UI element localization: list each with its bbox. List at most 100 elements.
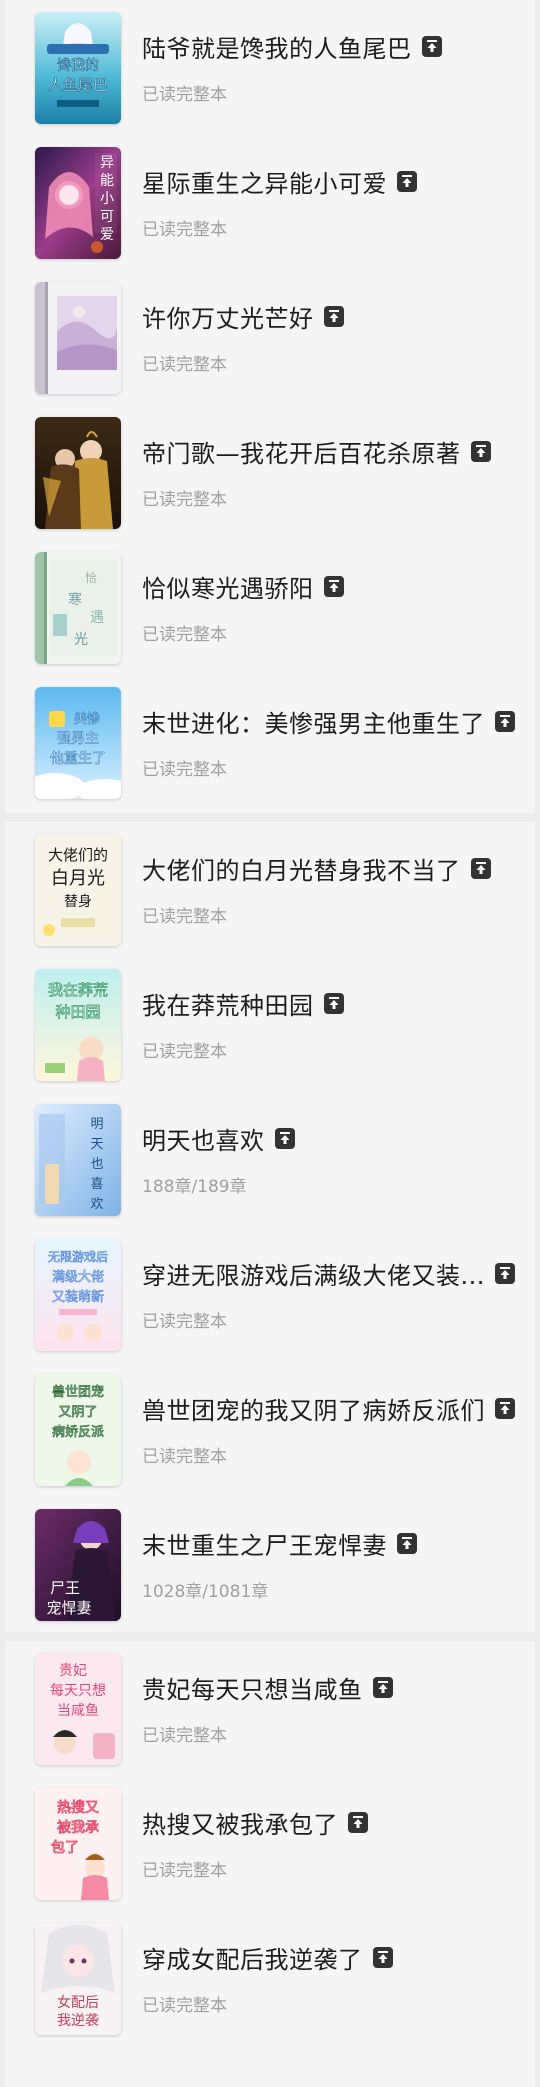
- book-item[interactable]: 帝门歌—我花开后百花杀原著 已读完整本: [5, 405, 535, 540]
- svg-text:馋我的: 馋我的: [57, 58, 99, 74]
- svg-text:贵妃: 贵妃: [59, 1663, 87, 1679]
- book-info: 明天也喜欢 188章/189章: [142, 1104, 295, 1216]
- book-info: 末世重生之尸王宠悍妻 1028章/1081章: [142, 1509, 417, 1621]
- book-item[interactable]: 热搜又 被我承 包了 热搜又被我承包了 已读完整本: [5, 1776, 535, 1911]
- pin-top-icon: [323, 305, 344, 327]
- pin-top-icon: [348, 1811, 368, 1833]
- svg-text:又阴了: 又阴了: [58, 1405, 97, 1420]
- svg-text:包了: 包了: [51, 1840, 79, 1856]
- book-info: 热搜又被我承包了 已读完整本: [142, 1788, 368, 1900]
- svg-text:可: 可: [100, 209, 114, 225]
- pin-top-icon: [470, 857, 491, 879]
- book-cover[interactable]: 异 能 小 可 爱: [35, 146, 121, 259]
- svg-text:被我承: 被我承: [57, 1820, 99, 1836]
- read-progress: 1028章/1081章: [142, 1581, 269, 1602]
- svg-text:兽世团宠: 兽世团宠: [52, 1384, 104, 1400]
- book-item[interactable]: 尸王 宠悍妻 末世重生之尸王宠悍妻 1028章/1081章: [5, 1497, 535, 1632]
- book-info: 恰似寒光遇骄阳 已读完整本: [142, 552, 344, 664]
- book-cover[interactable]: [35, 416, 121, 529]
- svg-text:美惨: 美惨: [74, 711, 100, 727]
- read-status: 已读完整本: [142, 1311, 227, 1332]
- svg-text:人鱼尾巴: 人鱼尾巴: [48, 76, 108, 94]
- book-info: 星际重生之异能小可爱 已读完整本: [142, 147, 417, 259]
- book-item[interactable]: 女配后 我逆袭 穿成女配后我逆袭了 已读完整本: [5, 1911, 535, 2046]
- book-item[interactable]: 明 天 也 喜 欢 明天也喜欢 188章/189章: [5, 1092, 535, 1227]
- svg-text:白月光: 白月光: [51, 868, 105, 889]
- svg-text:他重生了: 他重生了: [50, 751, 106, 767]
- book-title: 兽世团宠的我又阴了病娇反派们: [142, 1396, 485, 1425]
- book-cover[interactable]: [35, 281, 121, 394]
- pin-top-icon: [323, 992, 344, 1014]
- svg-text:热搜又: 热搜又: [57, 1800, 99, 1816]
- svg-text:尸王: 尸王: [50, 1579, 80, 1597]
- book-title: 贵妃每天只想当咸鱼: [142, 1675, 363, 1704]
- book-group: 大佬们的 白月光 替身 大佬们的白月光替身我不当了 已读完整本 我在莽荒 种田园…: [5, 822, 535, 1632]
- book-cover[interactable]: 兽世团宠 又阴了 病娇反派: [35, 1373, 121, 1486]
- book-cover[interactable]: 贵妃 每天只想 当咸鱼: [35, 1652, 121, 1765]
- svg-text:女配后: 女配后: [57, 1994, 99, 2011]
- pin-top-icon: [397, 1532, 417, 1554]
- book-cover[interactable]: 大佬们的 白月光 替身: [35, 833, 121, 946]
- book-title: 末世重生之尸王宠悍妻: [142, 1531, 387, 1560]
- book-cover[interactable]: 我在莽荒 种田园: [35, 968, 121, 1081]
- pin-top-icon: [495, 710, 515, 732]
- book-cover[interactable]: 无限游戏后 满级大佬 又装萌新: [35, 1238, 121, 1351]
- book-title: 热搜又被我承包了: [142, 1810, 338, 1839]
- read-status: 已读完整本: [142, 1725, 227, 1746]
- book-title: 明天也喜欢: [142, 1126, 265, 1155]
- book-title: 穿成女配后我逆袭了: [142, 1945, 363, 1974]
- book-cover[interactable]: 明 天 也 喜 欢: [35, 1103, 121, 1216]
- book-cover[interactable]: 恰 寒 遇 光: [35, 551, 121, 664]
- book-item[interactable]: 美惨 强男主 他重生了 末世进化：美惨强男主他重生了 已读完整本: [5, 675, 535, 810]
- book-info: 陆爷就是馋我的人鱼尾巴 已读完整本: [142, 12, 442, 124]
- book-info: 穿进无限游戏后满级大佬又装... 已读完整本: [142, 1239, 515, 1351]
- read-status: 已读完整本: [142, 759, 227, 780]
- book-title: 星际重生之异能小可爱: [142, 169, 387, 198]
- book-info: 贵妃每天只想当咸鱼 已读完整本: [142, 1653, 393, 1765]
- bookshelf-page: 馋我的 人鱼尾巴 陆爷就是馋我的人鱼尾巴 已读完整本 异 能 小 可 爱 星际重…: [0, 0, 540, 2087]
- svg-text:恰: 恰: [85, 570, 97, 585]
- book-item[interactable]: 许你万丈光芒好 已读完整本: [5, 270, 535, 405]
- book-info: 许你万丈光芒好 已读完整本: [142, 282, 344, 394]
- book-item[interactable]: 恰 寒 遇 光 恰似寒光遇骄阳 已读完整本: [5, 540, 535, 675]
- book-item[interactable]: 无限游戏后 满级大佬 又装萌新 穿进无限游戏后满级大佬又装... 已读完整本: [5, 1227, 535, 1362]
- read-status: 已读完整本: [142, 1860, 227, 1881]
- book-item[interactable]: 异 能 小 可 爱 星际重生之异能小可爱 已读完整本: [5, 135, 535, 270]
- pin-top-icon: [421, 35, 442, 57]
- read-status: 已读完整本: [142, 1041, 227, 1062]
- svg-text:也: 也: [90, 1157, 103, 1172]
- svg-text:光: 光: [74, 632, 88, 648]
- book-item[interactable]: 我在莽荒 种田园 我在莽荒种田园 已读完整本: [5, 957, 535, 1092]
- book-cover[interactable]: 馋我的 人鱼尾巴: [35, 11, 121, 124]
- book-info: 帝门歌—我花开后百花杀原著 已读完整本: [142, 417, 491, 529]
- svg-text:无限游戏后: 无限游戏后: [48, 1250, 108, 1264]
- book-group: 馋我的 人鱼尾巴 陆爷就是馋我的人鱼尾巴 已读完整本 异 能 小 可 爱 星际重…: [5, 0, 535, 813]
- svg-text:喜: 喜: [90, 1177, 103, 1192]
- read-status: 已读完整本: [142, 219, 227, 240]
- book-title: 许你万丈光芒好: [142, 304, 314, 333]
- book-item[interactable]: 大佬们的 白月光 替身 大佬们的白月光替身我不当了 已读完整本: [5, 822, 535, 957]
- svg-text:天: 天: [90, 1137, 103, 1152]
- svg-text:能: 能: [100, 173, 114, 189]
- book-cover[interactable]: 热搜又 被我承 包了: [35, 1787, 121, 1900]
- read-status: 已读完整本: [142, 354, 227, 375]
- book-info: 大佬们的白月光替身我不当了 已读完整本: [142, 834, 491, 946]
- book-title: 我在莽荒种田园: [142, 991, 314, 1020]
- svg-text:当咸鱼: 当咸鱼: [57, 1702, 99, 1719]
- svg-text:异: 异: [100, 155, 114, 171]
- book-item[interactable]: 馋我的 人鱼尾巴 陆爷就是馋我的人鱼尾巴 已读完整本: [5, 0, 535, 135]
- book-item[interactable]: 贵妃 每天只想 当咸鱼 贵妃每天只想当咸鱼 已读完整本: [5, 1641, 535, 1776]
- pin-top-icon: [495, 1397, 515, 1419]
- book-cover[interactable]: 女配后 我逆袭: [35, 1922, 121, 2035]
- read-status: 已读完整本: [142, 1995, 227, 2016]
- book-title: 大佬们的白月光替身我不当了: [142, 856, 461, 885]
- svg-text:我在莽荒: 我在莽荒: [48, 981, 108, 999]
- svg-text:明: 明: [90, 1117, 103, 1132]
- book-cover[interactable]: 尸王 宠悍妻: [35, 1508, 121, 1621]
- pin-top-icon: [397, 170, 417, 192]
- book-cover[interactable]: 美惨 强男主 他重生了: [35, 686, 121, 799]
- svg-text:大佬们的: 大佬们的: [48, 846, 108, 864]
- book-title: 陆爷就是馋我的人鱼尾巴: [142, 34, 412, 63]
- book-item[interactable]: 兽世团宠 又阴了 病娇反派 兽世团宠的我又阴了病娇反派们 已读完整本: [5, 1362, 535, 1497]
- svg-text:病娇反派: 病娇反派: [52, 1425, 104, 1440]
